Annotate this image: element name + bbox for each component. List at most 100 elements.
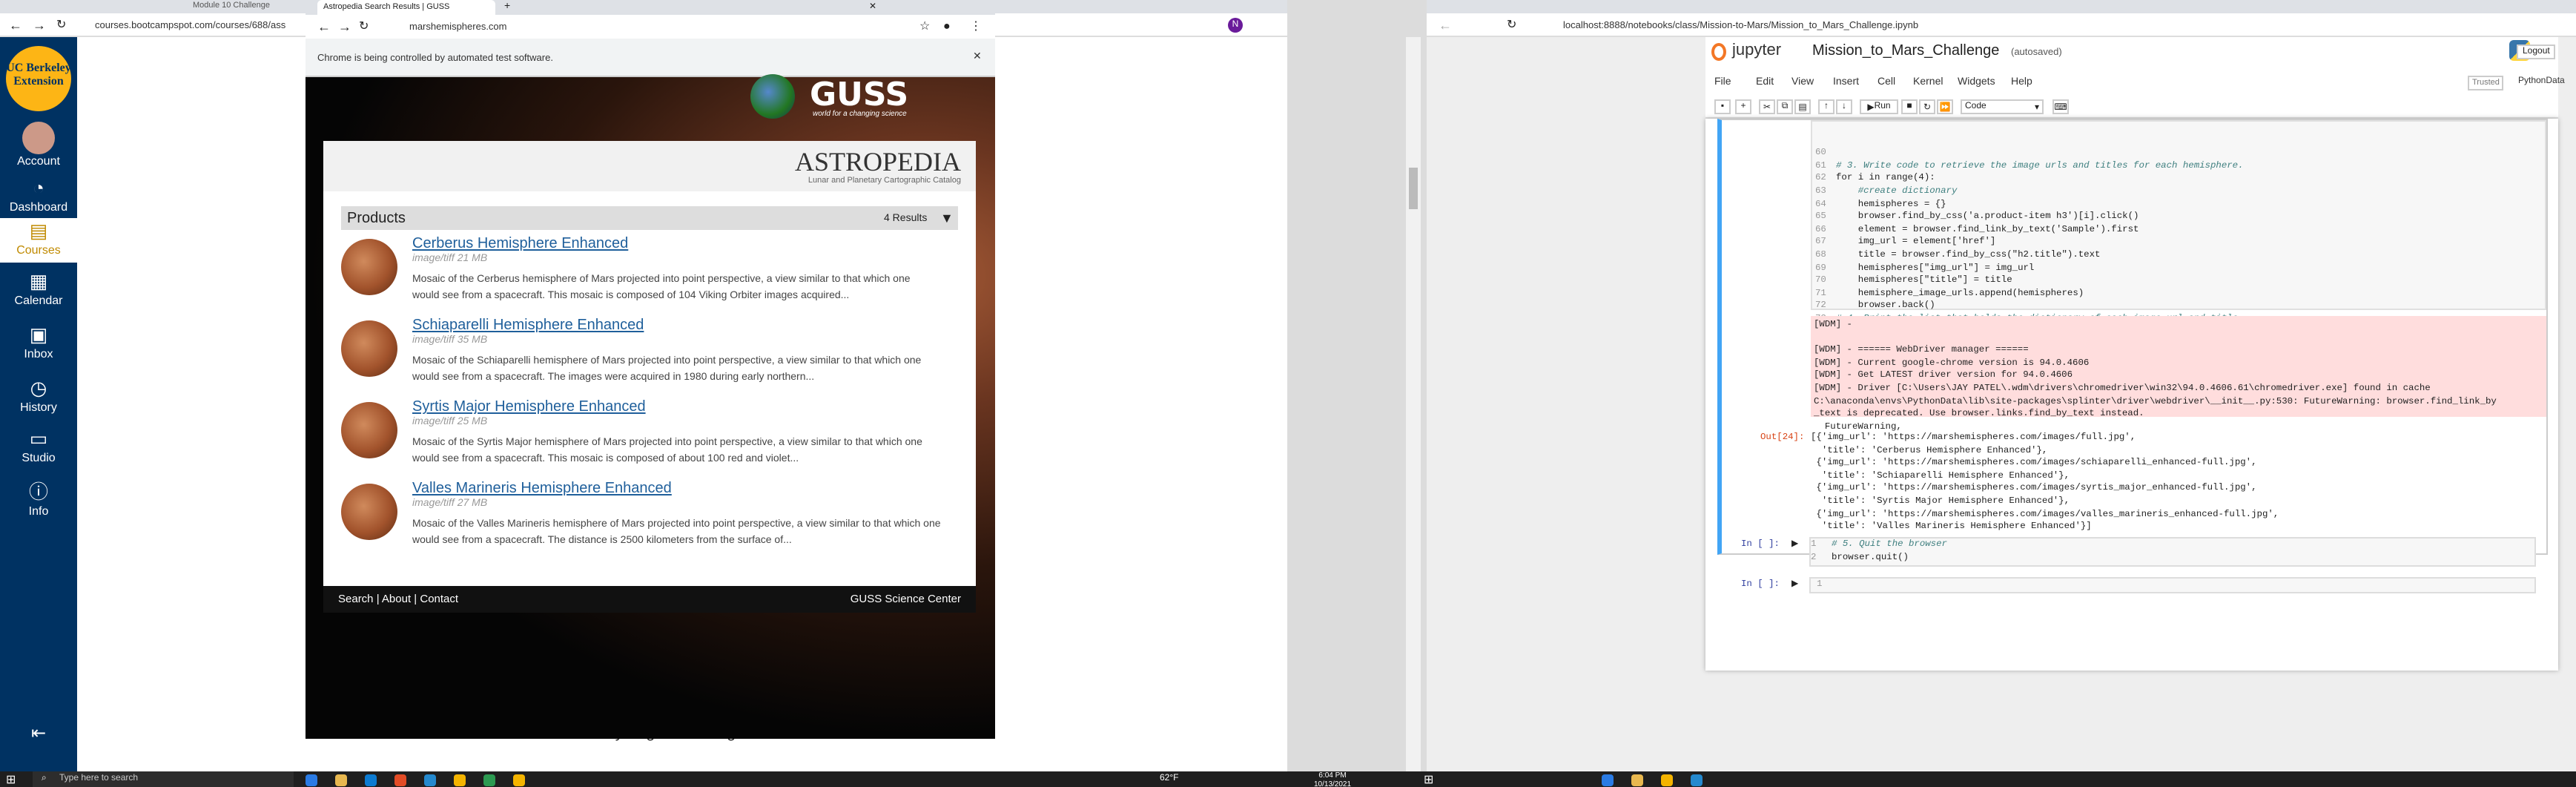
- menu-view[interactable]: View: [1791, 77, 1814, 88]
- tab-module-challenge[interactable]: Module 10 Challenge: [193, 1, 270, 10]
- popup-tab-bar: Astropedia Search Results | GUSS + ✕: [306, 0, 995, 15]
- nav-courses[interactable]: ▤ Courses: [0, 218, 77, 263]
- product-title-link[interactable]: Schiaparelli Hemisphere Enhanced: [412, 317, 644, 334]
- notebook-title[interactable]: Mission_to_Mars_Challenge: [1812, 43, 1999, 59]
- trusted-indicator[interactable]: Trusted: [2468, 76, 2504, 90]
- run-cell-icon[interactable]: ▶: [1791, 579, 1798, 589]
- move-down-icon[interactable]: ↓: [1836, 99, 1852, 114]
- interrupt-icon[interactable]: ■: [1901, 99, 1918, 114]
- menu-help[interactable]: Help: [2011, 77, 2032, 88]
- menu-widgets[interactable]: Widgets: [1958, 77, 1995, 88]
- footer-links[interactable]: Search | About | Contact: [338, 592, 458, 605]
- product-title-link[interactable]: Syrtis Major Hemisphere Enhanced: [412, 399, 646, 415]
- right-back-icon[interactable]: ←: [1439, 18, 1452, 33]
- close-window-icon[interactable]: ✕: [869, 1, 876, 12]
- edge-icon[interactable]: [306, 774, 317, 786]
- notebook-toolbar: ▪ + ✂ ⧉ ▤ ↑ ↓ ▶ Run ■ ↻ ⏩ Code ▾ ⌨: [1705, 95, 2558, 119]
- run-button[interactable]: ▶ Run: [1860, 99, 1898, 114]
- stderr-line: C:\anaconda\envs\PythonData\lib\site-pac…: [1814, 395, 2497, 406]
- save-icon[interactable]: ▪: [1714, 99, 1731, 114]
- nav-studio[interactable]: ▭ Studio: [0, 428, 77, 464]
- nav-history[interactable]: ◷ History: [0, 378, 77, 414]
- vscode-icon[interactable]: [424, 774, 436, 786]
- menu-icon[interactable]: ⋮: [970, 19, 982, 33]
- reload-icon[interactable]: ↻: [56, 18, 66, 31]
- infobar-close-icon[interactable]: ✕: [973, 50, 982, 62]
- jupyter-brand[interactable]: jupyter: [1732, 42, 1781, 59]
- chrome-icon-right[interactable]: [1661, 774, 1673, 786]
- product-title-link[interactable]: Cerberus Hemisphere Enhanced: [412, 236, 628, 252]
- restart-icon[interactable]: ↻: [1919, 99, 1935, 114]
- nav-inbox[interactable]: ▣ Inbox: [0, 324, 77, 360]
- bookmark-icon[interactable]: ☆: [919, 19, 930, 33]
- popup-reload-icon[interactable]: ↻: [359, 19, 369, 33]
- copy-icon[interactable]: ⧉: [1777, 99, 1793, 114]
- app-icon[interactable]: [483, 774, 495, 786]
- code-editor-cell3[interactable]: 1: [1809, 577, 2536, 593]
- restart-run-all-icon[interactable]: ⏩: [1937, 99, 1953, 114]
- edge-icon-right[interactable]: [1602, 774, 1614, 786]
- right-address-bar[interactable]: localhost:8888/notebooks/class/Mission-t…: [1563, 21, 1918, 31]
- popup-forward-icon[interactable]: →: [338, 19, 351, 34]
- nav-account[interactable]: Account: [0, 122, 77, 168]
- store-icon[interactable]: [365, 774, 377, 786]
- marshemispheres-page: GUSS world for a changing science ASTROP…: [306, 74, 995, 739]
- stderr-line: [WDM] - ====== WebDriver manager ======: [1814, 344, 2029, 355]
- account-icon[interactable]: ●: [943, 19, 951, 33]
- cerberus-thumbnail[interactable]: [341, 239, 397, 295]
- popup-address-bar[interactable]: marshemispheres.com: [409, 22, 507, 33]
- cell-type-select[interactable]: Code ▾: [1961, 99, 2044, 114]
- add-cell-icon[interactable]: +: [1735, 99, 1751, 114]
- left-address-bar[interactable]: courses.bootcampspot.com/courses/688/ass: [95, 21, 285, 31]
- logout-button[interactable]: Logout: [2517, 45, 2556, 59]
- move-up-icon[interactable]: ↑: [1818, 99, 1834, 114]
- nav-calendar[interactable]: ▦ Calendar: [0, 271, 77, 307]
- stderr-output: [WDM] - [WDM] - ====== WebDriver manager…: [1811, 316, 2546, 432]
- windows-start-icon[interactable]: ⊞: [6, 773, 16, 786]
- jupyter-logo-icon: [1711, 43, 1726, 61]
- right-start-icon[interactable]: ⊞: [1424, 773, 1433, 786]
- code-editor-cell2[interactable]: 1 # 5. Quit the browser 2 browser.quit(): [1809, 537, 2536, 567]
- chrome-icon-3[interactable]: [513, 774, 525, 786]
- command-palette-icon[interactable]: ⌨: [2052, 99, 2069, 114]
- menu-insert[interactable]: Insert: [1833, 77, 1859, 88]
- nav-info[interactable]: ⓘ Info: [0, 481, 77, 518]
- paste-icon[interactable]: ▤: [1794, 99, 1811, 114]
- schiaparelli-thumbnail[interactable]: [341, 320, 397, 377]
- collapse-arrow-icon[interactable]: ▼: [940, 211, 954, 225]
- code-line: 70 hemispheres["title"] = title: [1815, 274, 2012, 286]
- taskbar-search[interactable]: ⌕ Type here to search: [33, 771, 294, 787]
- valles-thumbnail[interactable]: [341, 484, 397, 540]
- weather[interactable]: 62°F: [1160, 774, 1179, 783]
- menu-kernel[interactable]: Kernel: [1913, 77, 1943, 88]
- cut-icon[interactable]: ✂: [1759, 99, 1775, 114]
- code-editor[interactable]: 60 61 # 3. Write code to retrieve the imag…: [1811, 120, 2546, 361]
- vscode-icon-right[interactable]: [1691, 774, 1703, 786]
- new-tab-icon[interactable]: +: [504, 1, 510, 12]
- popup-back-icon[interactable]: ←: [317, 19, 331, 34]
- astropedia-logo[interactable]: ASTROPEDIA: [795, 147, 961, 178]
- menu-edit[interactable]: Edit: [1756, 77, 1774, 88]
- code-line: 2 browser.quit(): [1811, 551, 1909, 562]
- menu-file[interactable]: File: [1714, 77, 1731, 88]
- clock[interactable]: 6:04 PM 10/13/2021: [1314, 771, 1351, 787]
- product-title-link[interactable]: Valles Marineris Hemisphere Enhanced: [412, 481, 672, 497]
- profile-avatar[interactable]: N: [1228, 18, 1243, 33]
- guss-logo[interactable]: GUSS: [810, 77, 908, 114]
- right-reload-icon[interactable]: ↻: [1507, 18, 1516, 31]
- run-cell-icon[interactable]: ▶: [1791, 539, 1798, 549]
- chrome-icon[interactable]: [394, 774, 406, 786]
- left-page-scrollbar[interactable]: [1406, 37, 1421, 771]
- syrtis-thumbnail[interactable]: [341, 402, 397, 458]
- uc-berkeley-logo[interactable]: UC Berkeley Extension: [6, 46, 71, 111]
- popup-tab[interactable]: Astropedia Search Results | GUSS: [317, 0, 495, 15]
- forward-icon[interactable]: →: [33, 18, 46, 33]
- explorer-icon-right[interactable]: [1631, 774, 1643, 786]
- back-icon[interactable]: ←: [9, 18, 22, 33]
- chrome-icon-2[interactable]: [454, 774, 466, 786]
- code-cell-selected[interactable]: 60 61 # 3. Write code to retrieve the imag…: [1717, 119, 2548, 555]
- explorer-icon[interactable]: [335, 774, 347, 786]
- collapse-icon[interactable]: ⇤: [0, 722, 77, 743]
- menu-cell[interactable]: Cell: [1877, 77, 1895, 88]
- nav-dashboard[interactable]: ◔ Dashboard: [0, 177, 77, 214]
